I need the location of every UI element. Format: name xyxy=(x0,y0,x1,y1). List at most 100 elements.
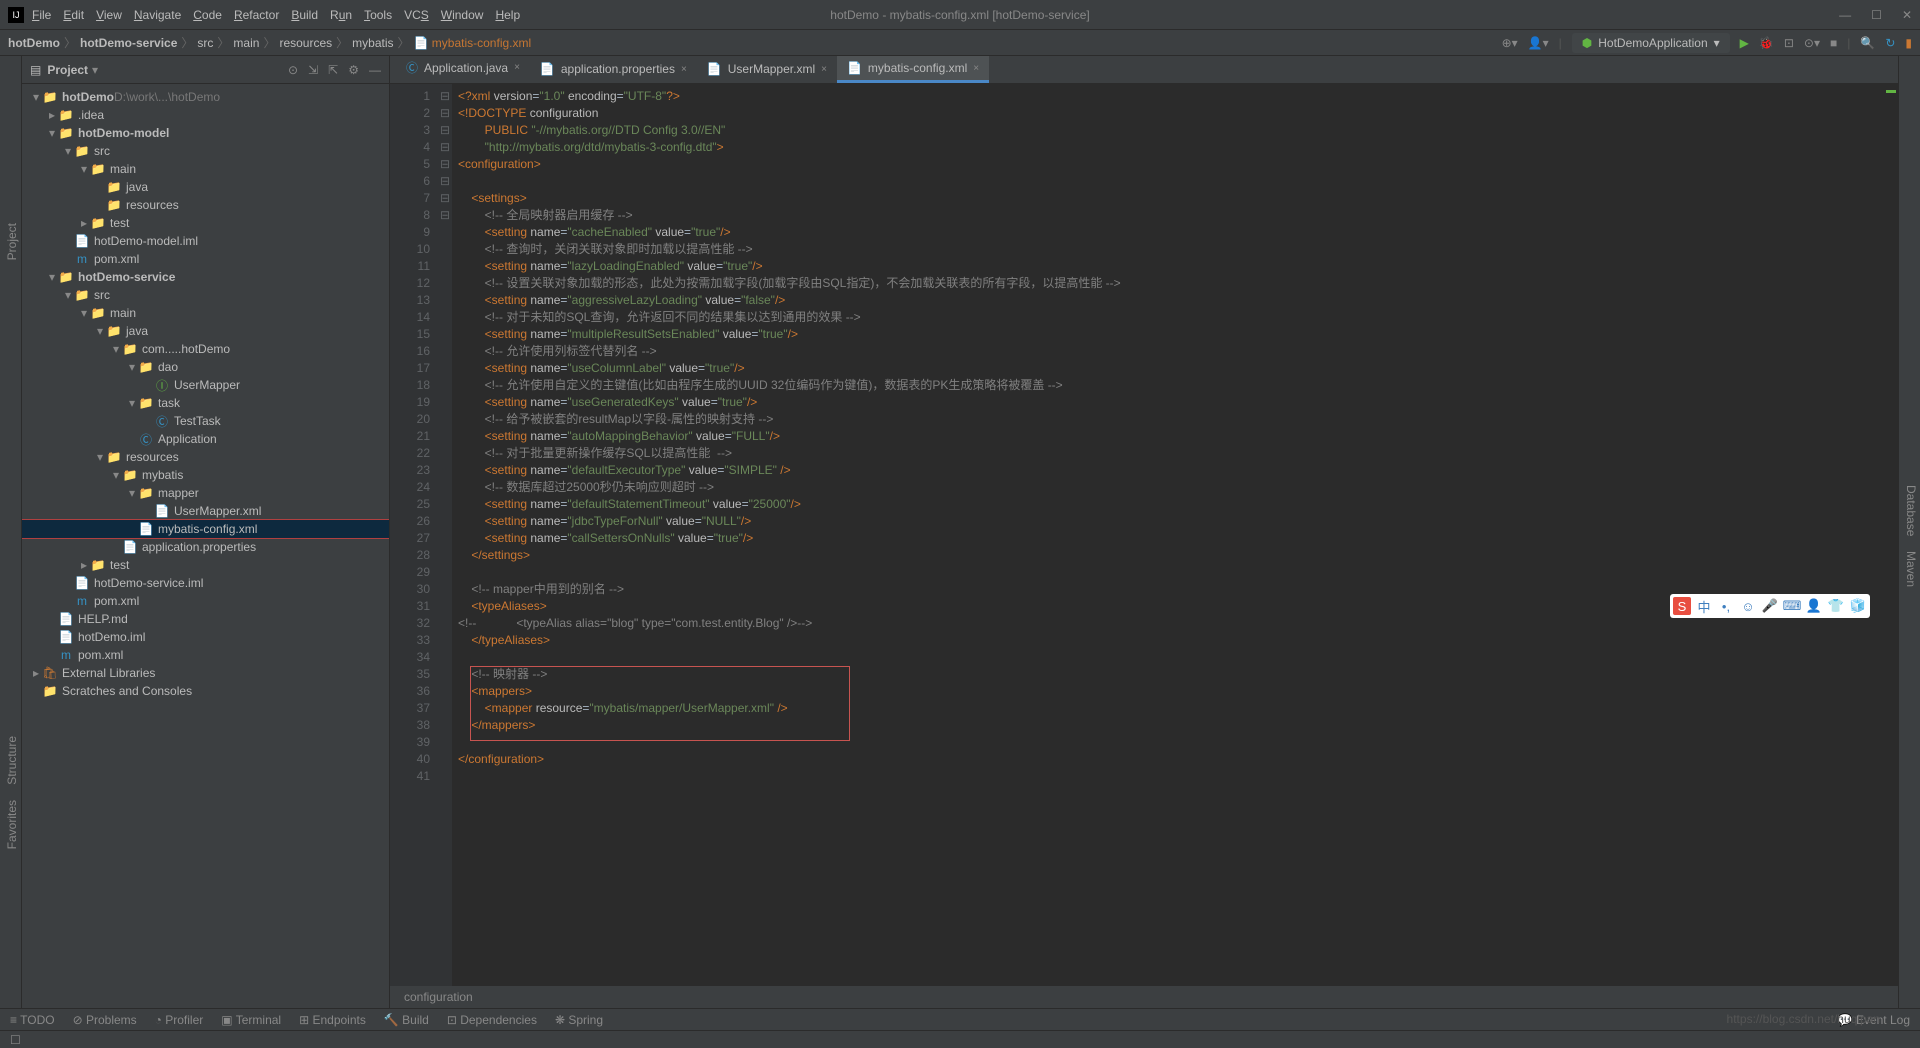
menu-vcs[interactable]: VCS xyxy=(404,8,429,22)
ime-user-icon[interactable]: 👤 xyxy=(1805,597,1823,615)
tree-node[interactable]: 📄hotDemo-service.iml xyxy=(22,574,389,592)
tree-node[interactable]: ▾📁mybatis xyxy=(22,466,389,484)
tree-node[interactable]: mpom.xml xyxy=(22,250,389,268)
tree-node[interactable]: 📄UserMapper.xml xyxy=(22,502,389,520)
project-tree[interactable]: ▾📁hotDemo D:\work\...\hotDemo▸📁.idea▾📁ho… xyxy=(22,84,389,1008)
ime-keyboard-icon[interactable]: ⌨ xyxy=(1783,597,1801,615)
tool-dependencies[interactable]: ⊡ Dependencies xyxy=(447,1013,537,1027)
tree-node[interactable]: ▾📁hotDemo D:\work\...\hotDemo xyxy=(22,88,389,106)
tree-node[interactable]: ▸🛍External Libraries xyxy=(22,664,389,682)
menu-help[interactable]: Help xyxy=(495,8,520,22)
tree-node[interactable]: ▾📁java xyxy=(22,322,389,340)
crumb-file[interactable]: 📄 mybatis-config.xml xyxy=(414,36,532,50)
editor-tab[interactable]: ⒸApplication.java× xyxy=(396,54,530,83)
editor-tab[interactable]: 📄UserMapper.xml× xyxy=(697,57,837,83)
tree-node[interactable]: 📄hotDemo.iml xyxy=(22,628,389,646)
tree-node[interactable]: mpom.xml xyxy=(22,592,389,610)
tree-node[interactable]: mpom.xml xyxy=(22,646,389,664)
crumb-main[interactable]: main xyxy=(233,36,259,50)
tool-spring[interactable]: ❋ Spring xyxy=(555,1013,603,1027)
ime-voice-icon[interactable]: 🎤 xyxy=(1761,597,1779,615)
update-icon[interactable]: ↻ xyxy=(1885,36,1895,50)
main-menu[interactable]: File Edit View Navigate Code Refactor Bu… xyxy=(32,8,520,22)
tool-endpoints[interactable]: ⊞ Endpoints xyxy=(299,1013,366,1027)
menu-edit[interactable]: Edit xyxy=(63,8,84,22)
menu-run[interactable]: Run xyxy=(330,8,352,22)
editor-tabs[interactable]: ⒸApplication.java×📄application.propertie… xyxy=(390,56,1898,84)
profile-button[interactable]: ⊙▾ xyxy=(1804,36,1820,50)
tree-node[interactable]: 📄application.properties xyxy=(22,538,389,556)
tree-node[interactable]: ▾📁main xyxy=(22,304,389,322)
tree-node[interactable]: 📁Scratches and Consoles xyxy=(22,682,389,700)
crumb-mybatis[interactable]: mybatis xyxy=(352,36,393,50)
tree-node[interactable]: ▾📁hotDemo-model xyxy=(22,124,389,142)
crumb-src[interactable]: src xyxy=(197,36,213,50)
locate-icon[interactable]: ⊙ xyxy=(288,63,298,77)
tree-node[interactable]: ▾📁dao xyxy=(22,358,389,376)
tool-maven[interactable]: Maven xyxy=(1902,545,1920,593)
tree-node[interactable]: 📄HELP.md xyxy=(22,610,389,628)
menu-navigate[interactable]: Navigate xyxy=(134,8,181,22)
ime-toolbar[interactable]: S 中 •, ☺ 🎤 ⌨ 👤 👕 🧊 xyxy=(1670,594,1870,618)
tree-node[interactable]: ⒸTestTask xyxy=(22,412,389,430)
menu-build[interactable]: Build xyxy=(291,8,318,22)
ime-punct-icon[interactable]: •, xyxy=(1717,597,1735,615)
tree-node[interactable]: ▾📁main xyxy=(22,160,389,178)
fold-column[interactable]: ⊟ ⊟ ⊟ ⊟ ⊟ ⊟ ⊟ ⊟ xyxy=(438,84,452,986)
stop-button[interactable]: ■ xyxy=(1830,36,1837,50)
menu-window[interactable]: Window xyxy=(441,8,484,22)
tree-node[interactable]: ▾📁hotDemo-service xyxy=(22,268,389,286)
tree-node[interactable]: 📁java xyxy=(22,178,389,196)
add-config-icon[interactable]: ⊕▾ xyxy=(1502,36,1518,50)
tool-build[interactable]: 🔨 Build xyxy=(384,1013,429,1027)
tree-node[interactable]: 📄hotDemo-model.iml xyxy=(22,232,389,250)
tree-node[interactable]: ▾📁resources xyxy=(22,448,389,466)
tool-project[interactable]: Project xyxy=(3,217,21,266)
crumb-resources[interactable]: resources xyxy=(279,36,332,50)
tree-node[interactable]: ▾📁src xyxy=(22,286,389,304)
editor-tab[interactable]: 📄application.properties× xyxy=(530,57,697,83)
tree-node[interactable]: ▾📁task xyxy=(22,394,389,412)
tool-problems[interactable]: ⊘ Problems xyxy=(73,1013,137,1027)
run-button[interactable]: ▶ xyxy=(1740,36,1749,50)
tree-node[interactable]: ⒸApplication xyxy=(22,430,389,448)
menu-code[interactable]: Code xyxy=(193,8,222,22)
tool-todo[interactable]: ≡ TODO xyxy=(10,1013,55,1027)
tree-node[interactable]: ▸📁test xyxy=(22,556,389,574)
menu-tools[interactable]: Tools xyxy=(364,8,392,22)
code-content[interactable]: <?xml version="1.0" encoding="UTF-8"?><!… xyxy=(452,84,1884,986)
tool-structure[interactable]: Structure xyxy=(3,730,21,791)
tree-node[interactable]: ⒾUserMapper xyxy=(22,376,389,394)
run-configuration-selector[interactable]: ⬢ HotDemoApplication ▾ xyxy=(1572,33,1730,53)
tree-node[interactable]: ▾📁com.....hotDemo xyxy=(22,340,389,358)
maximize-button[interactable]: ☐ xyxy=(1871,8,1882,22)
tool-database[interactable]: Database xyxy=(1902,479,1920,542)
collapse-icon[interactable]: ⇱ xyxy=(328,63,338,77)
menu-refactor[interactable]: Refactor xyxy=(234,8,279,22)
tree-node[interactable]: ▸📁.idea xyxy=(22,106,389,124)
tree-node[interactable]: ▸📁test xyxy=(22,214,389,232)
ime-cn-icon[interactable]: 中 xyxy=(1695,597,1713,615)
status-icon[interactable]: ☐ xyxy=(10,1033,21,1047)
settings-icon[interactable]: ⚙ xyxy=(348,63,359,77)
tool-profiler[interactable]: ◔ Profiler xyxy=(155,1013,204,1027)
ime-toolbox-icon[interactable]: 🧊 xyxy=(1849,597,1867,615)
editor[interactable]: 1234567891011121314151617181920212223242… xyxy=(390,84,1898,986)
ide-icon[interactable]: ▮ xyxy=(1905,36,1912,50)
tree-node[interactable]: 📄mybatis-config.xml xyxy=(22,520,389,538)
tree-node[interactable]: 📁resources xyxy=(22,196,389,214)
menu-view[interactable]: View xyxy=(96,8,122,22)
expand-icon[interactable]: ⇲ xyxy=(308,63,318,77)
chevron-down-icon[interactable]: ▾ xyxy=(92,63,98,77)
tree-node[interactable]: ▾📁src xyxy=(22,142,389,160)
debug-button[interactable]: 🐞 xyxy=(1759,36,1774,50)
editor-breadcrumb[interactable]: configuration xyxy=(390,986,1898,1008)
tool-favorites[interactable]: Favorites xyxy=(3,794,21,855)
search-icon[interactable]: 🔍 xyxy=(1860,36,1875,50)
tree-node[interactable]: ▾📁mapper xyxy=(22,484,389,502)
hide-icon[interactable]: — xyxy=(369,63,381,77)
close-button[interactable]: ✕ xyxy=(1902,8,1912,22)
menu-file[interactable]: File xyxy=(32,8,51,22)
tool-terminal[interactable]: ▣ Terminal xyxy=(221,1013,281,1027)
minimize-button[interactable]: — xyxy=(1839,8,1851,22)
